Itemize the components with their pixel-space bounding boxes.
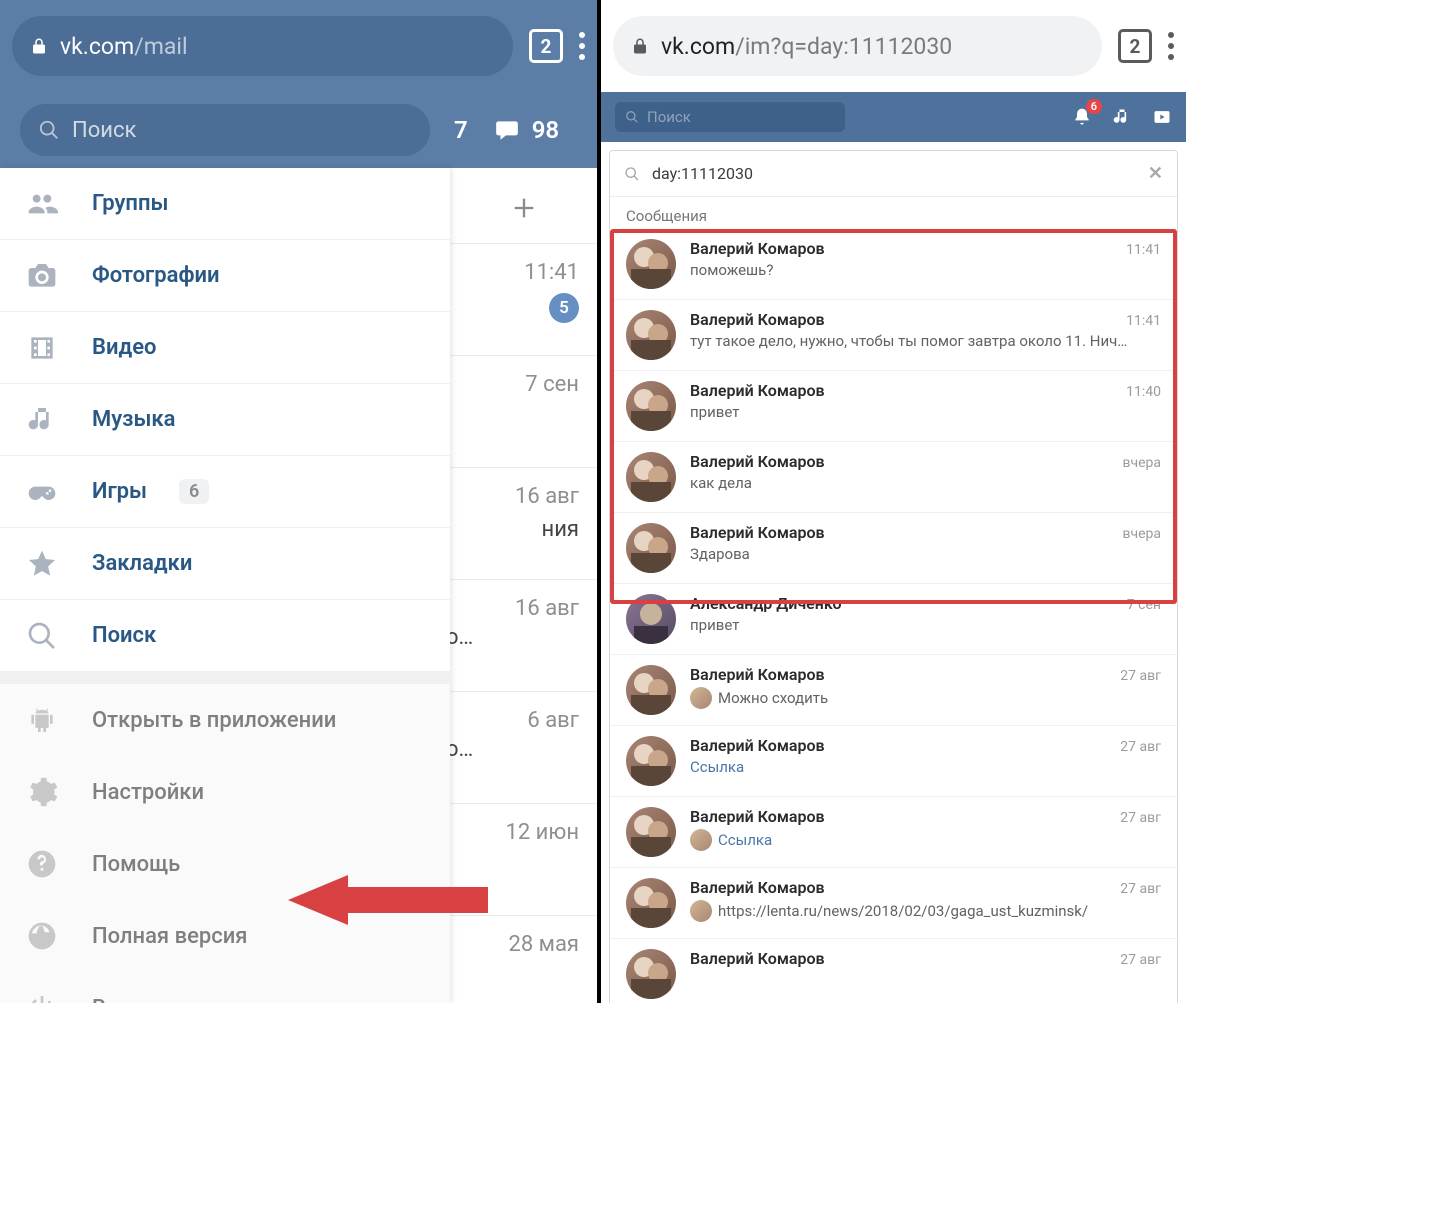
annotation-arrow <box>288 875 488 929</box>
url-host: vk.com <box>661 33 735 60</box>
dialog-row[interactable]: 7 сен <box>450 356 597 468</box>
avatar <box>626 239 676 289</box>
notification-badge: 6 <box>1086 99 1102 114</box>
avatar <box>626 523 676 573</box>
tab-switcher[interactable]: 2 <box>1118 29 1152 63</box>
new-chat-button[interactable] <box>450 168 597 244</box>
avatar <box>626 949 676 999</box>
message-list: Валерий Комаров11:41 поможешь? Валерий К… <box>610 229 1177 1003</box>
dialog-row[interactable]: 11:41 5 <box>450 244 597 356</box>
vk-top-bar: Поиск 7 98 <box>0 92 597 168</box>
logout-icon <box>24 990 60 1003</box>
browser-address-bar: vk.com/mail 2 <box>0 0 597 92</box>
message-item[interactable]: Валерий Комаров27 авг <box>610 939 1177 1003</box>
globe-icon <box>24 918 60 954</box>
unread-badge: 5 <box>549 293 579 323</box>
dialog-row[interactable]: 16 авг ния <box>450 468 597 580</box>
vk-search-field[interactable]: Поиск <box>20 104 430 156</box>
menu-item-settings[interactable]: Настройки <box>0 756 450 828</box>
message-item[interactable]: Валерий Комаров27 авг Можно сходить <box>610 655 1177 726</box>
lock-icon <box>631 35 649 57</box>
url-path: /im?q=day:11112030 <box>735 33 952 60</box>
menu-item-photos[interactable]: Фотографии <box>0 240 450 312</box>
friends-count[interactable]: 7 <box>454 116 468 144</box>
message-item[interactable]: Валерий Комаров11:40 привет <box>610 371 1177 442</box>
messages-count[interactable]: 98 <box>492 116 559 144</box>
search-icon <box>624 166 640 182</box>
avatar <box>626 807 676 857</box>
games-badge: 6 <box>179 479 209 504</box>
messages-section-header: Сообщения <box>610 197 1177 229</box>
music-icon[interactable] <box>1112 107 1132 127</box>
search-placeholder: Поиск <box>647 108 691 126</box>
vk-top-bar: Поиск 6 <box>601 92 1186 142</box>
mini-avatar <box>690 687 712 709</box>
im-search-value: day:11112030 <box>652 164 753 183</box>
message-item[interactable]: Валерий Комаров11:41 поможешь? <box>610 229 1177 300</box>
browser-menu-icon[interactable] <box>579 32 585 60</box>
notifications-icon[interactable]: 6 <box>1072 107 1092 127</box>
avatar <box>626 310 676 360</box>
message-item[interactable]: Валерий Комароввчера как дела <box>610 442 1177 513</box>
music-icon <box>24 402 60 438</box>
mini-avatar <box>690 829 712 851</box>
avatar <box>626 878 676 928</box>
url-host: vk.com <box>60 33 134 60</box>
avatar <box>626 736 676 786</box>
avatar <box>626 594 676 644</box>
avatar <box>626 665 676 715</box>
message-item[interactable]: Валерий Комаров27 авг Ссылка <box>610 797 1177 868</box>
tab-switcher[interactable]: 2 <box>529 29 563 63</box>
avatar <box>626 452 676 502</box>
menu-item-logout[interactable]: Выход <box>0 972 450 1003</box>
android-icon <box>24 702 60 738</box>
gear-icon <box>24 774 60 810</box>
im-search-row[interactable]: day:11112030 ✕ <box>610 151 1177 197</box>
url-path: /mail <box>134 33 187 60</box>
url-field[interactable]: vk.com/im?q=day:11112030 <box>613 16 1102 76</box>
mini-avatar <box>690 900 712 922</box>
menu-item-music[interactable]: Музыка <box>0 384 450 456</box>
clear-search-icon[interactable]: ✕ <box>1148 163 1163 184</box>
camera-icon <box>24 258 60 294</box>
gamepad-icon <box>24 474 60 510</box>
message-item[interactable]: Валерий Комаров27 авг https://lenta.ru/n… <box>610 868 1177 939</box>
url-field[interactable]: vk.com/mail <box>12 16 513 76</box>
menu-item-open-in-app[interactable]: Открыть в приложении <box>0 684 450 756</box>
chat-icon <box>492 117 522 143</box>
message-item[interactable]: Валерий Комароввчера Здарова <box>610 513 1177 584</box>
menu-item-search[interactable]: Поиск <box>0 600 450 672</box>
plus-icon <box>510 194 538 222</box>
avatar <box>626 381 676 431</box>
dialog-row[interactable]: о… 6 авг <box>450 692 597 804</box>
menu-item-video[interactable]: Видео <box>0 312 450 384</box>
film-icon <box>24 330 60 366</box>
search-icon <box>625 110 639 124</box>
vk-search-field[interactable]: Поиск <box>615 102 845 132</box>
dialog-row[interactable]: о… 16 авг <box>450 580 597 692</box>
star-icon <box>24 546 60 582</box>
dialog-row[interactable]: 28 мая <box>450 916 597 1003</box>
search-icon <box>24 618 60 654</box>
message-item[interactable]: Валерий Комаров11:41 тут такое дело, нуж… <box>610 300 1177 371</box>
menu-item-bookmarks[interactable]: Закладки <box>0 528 450 600</box>
search-placeholder: Поиск <box>72 118 136 143</box>
menu-item-games[interactable]: Игры 6 <box>0 456 450 528</box>
browser-menu-icon[interactable] <box>1168 32 1174 60</box>
lock-icon <box>30 35 48 57</box>
message-item[interactable]: Валерий Комаров27 авг Ссылка <box>610 726 1177 797</box>
video-play-icon[interactable] <box>1152 107 1172 127</box>
help-icon <box>24 846 60 882</box>
menu-item-groups[interactable]: Группы <box>0 168 450 240</box>
search-icon <box>38 119 60 141</box>
message-item[interactable]: Александр Диченко7 сен привет <box>610 584 1177 655</box>
users-icon <box>24 186 60 222</box>
browser-address-bar: vk.com/im?q=day:11112030 2 <box>601 0 1186 92</box>
im-search-panel: day:11112030 ✕ Сообщения Валерий Комаров… <box>609 150 1178 1003</box>
